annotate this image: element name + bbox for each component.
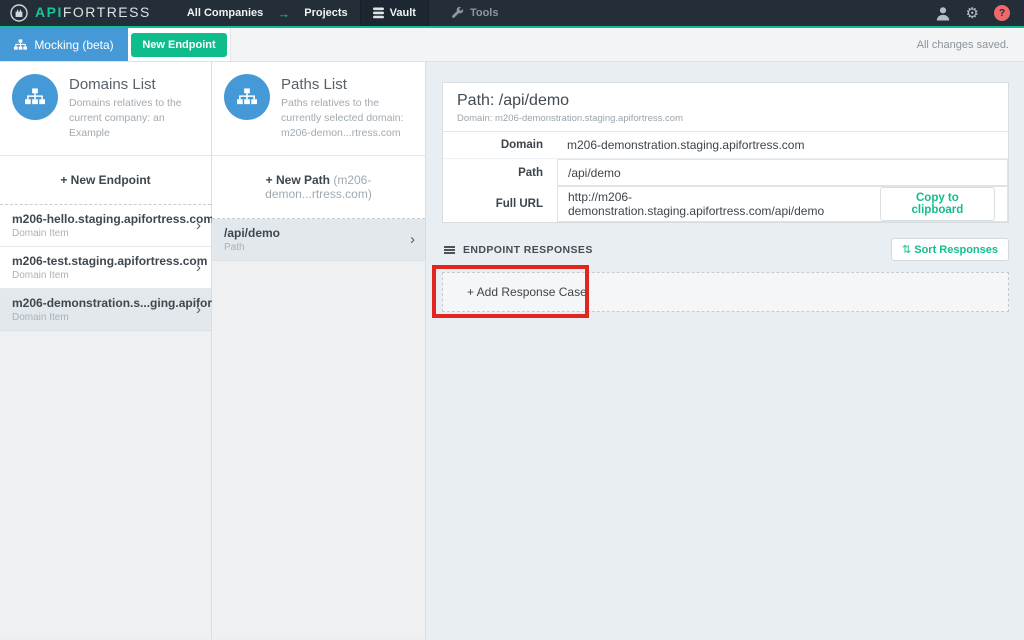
domain-item-hello[interactable]: m206-hello.staging.apifortress.com Domai… xyxy=(0,205,211,247)
full-url-field-row: Full URL http://m206-demonstration.stagi… xyxy=(443,186,1008,222)
nav-tools[interactable]: Tools xyxy=(429,0,521,26)
sort-responses-button[interactable]: ⇅Sort Responses xyxy=(891,238,1009,261)
copy-to-clipboard-button[interactable]: Copy to clipboard xyxy=(880,187,995,221)
breadcrumb-arrow-icon: → xyxy=(275,0,292,26)
responses-area: + Add Response Case xyxy=(442,272,1009,312)
domains-panel-subtitle: Domains relatives to the current company… xyxy=(69,96,199,142)
domain-field-label: Domain xyxy=(443,132,557,158)
domain-item-name: m206-hello.staging.apifortress.com xyxy=(12,212,192,226)
domains-panel: Domains List Domains relatives to the cu… xyxy=(0,62,212,639)
tab-mocking-label: Mocking (beta) xyxy=(34,38,113,52)
nav-projects-label: Projects xyxy=(304,7,347,19)
settings-gear-icon[interactable]: ⚙ xyxy=(966,6,979,21)
domain-item-name: m206-demonstration.s...ging.apifortress.… xyxy=(12,296,192,310)
paths-panel-title: Paths List xyxy=(281,76,413,93)
domain-field-row: Domain m206-demonstration.staging.apifor… xyxy=(443,132,1008,159)
path-detail-panel: Path: /api/demo Domain: m206-demonstrati… xyxy=(426,62,1024,639)
path-field-input[interactable]: /api/demo xyxy=(557,159,1008,186)
path-detail-header: Path: /api/demo Domain: m206-demonstrati… xyxy=(443,83,1008,132)
path-item-type: Path xyxy=(224,242,406,253)
domain-item-name: m206-test.staging.apifortress.com xyxy=(12,254,192,268)
full-url-value: http://m206-demonstration.staging.apifor… xyxy=(568,190,880,218)
path-detail-domain-subtitle: Domain: m206-demonstration.staging.apifo… xyxy=(457,113,994,124)
apifortress-logo-icon xyxy=(10,4,28,22)
new-path-label: + New Path xyxy=(266,173,330,187)
tab-mocking-beta[interactable]: Mocking (beta) xyxy=(0,28,128,61)
chevron-right-icon: › xyxy=(192,259,201,276)
endpoint-responses-bar: ENDPOINT RESPONSES ⇅Sort Responses xyxy=(442,238,1009,261)
sort-responses-label: Sort Responses xyxy=(914,244,998,256)
path-detail-card: Path: /api/demo Domain: m206-demonstrati… xyxy=(442,82,1009,223)
paths-panel: Paths List Paths relatives to the curren… xyxy=(212,62,426,639)
domains-panel-title: Domains List xyxy=(69,76,199,93)
chevron-right-icon: › xyxy=(192,301,201,318)
top-navigation: All Companies → Projects Vault Tools xyxy=(175,0,521,26)
help-icon[interactable]: ? xyxy=(994,5,1010,21)
new-endpoint-button[interactable]: New Endpoint xyxy=(131,33,226,57)
domain-item-type: Domain Item xyxy=(12,312,192,323)
topbar: APIFORTRESS All Companies → Projects Vau… xyxy=(0,0,1024,26)
add-response-case-button[interactable]: + Add Response Case xyxy=(442,272,1009,312)
save-status: All changes saved. xyxy=(917,28,1024,61)
domain-field-value: m206-demonstration.staging.apifortress.c… xyxy=(557,132,1008,158)
domain-item-type: Domain Item xyxy=(12,228,192,239)
list-hamburger-icon xyxy=(444,249,455,251)
path-field-label: Path xyxy=(443,159,557,186)
paths-badge xyxy=(224,74,270,120)
tools-wrench-icon xyxy=(451,7,464,20)
sort-arrows-icon: ⇅ xyxy=(902,244,911,256)
logo-text-fortress: FORTRESS xyxy=(63,4,151,20)
main-content: Domains List Domains relatives to the cu… xyxy=(0,62,1024,639)
domains-panel-header: Domains List Domains relatives to the cu… xyxy=(0,62,211,156)
new-endpoint-row[interactable]: + New Endpoint xyxy=(0,156,211,205)
nav-tools-label: Tools xyxy=(470,7,499,19)
sitemap-icon xyxy=(237,88,257,106)
user-account-icon[interactable] xyxy=(935,6,951,21)
chevron-right-icon: › xyxy=(406,231,415,248)
nav-vault[interactable]: Vault xyxy=(361,0,428,26)
logo-text-api: API xyxy=(35,4,63,20)
full-url-field-label: Full URL xyxy=(443,186,557,222)
domain-item-type: Domain Item xyxy=(12,270,192,281)
paths-panel-header: Paths List Paths relatives to the curren… xyxy=(212,62,425,156)
tab-bar: Mocking (beta) New Endpoint All changes … xyxy=(0,28,1024,62)
new-path-row[interactable]: + New Path (m206-demon...rtress.com) xyxy=(212,156,425,219)
path-item-api-demo[interactable]: /api/demo Path › xyxy=(212,219,425,261)
nav-projects[interactable]: Projects xyxy=(292,0,359,26)
domain-item-test[interactable]: m206-test.staging.apifortress.com Domain… xyxy=(0,247,211,289)
path-item-name: /api/demo xyxy=(224,226,406,240)
nav-vault-label: Vault xyxy=(390,7,416,19)
sitemap-icon xyxy=(14,39,27,51)
nav-all-companies-label: All Companies xyxy=(187,7,263,19)
chevron-right-icon: › xyxy=(192,217,201,234)
topbar-right-actions: ⚙ ? xyxy=(935,0,1024,26)
sitemap-icon xyxy=(25,88,45,106)
domain-item-demonstration[interactable]: m206-demonstration.s...ging.apifortress.… xyxy=(0,289,211,331)
nav-all-companies[interactable]: All Companies xyxy=(175,0,275,26)
endpoint-responses-title: ENDPOINT RESPONSES xyxy=(463,244,593,256)
paths-panel-subtitle: Paths relatives to the currently selecte… xyxy=(281,96,413,142)
new-endpoint-segment: New Endpoint xyxy=(128,28,231,61)
path-detail-title: Path: /api/demo xyxy=(457,92,994,110)
apifortress-logo[interactable]: APIFORTRESS xyxy=(0,0,161,26)
path-field-row: Path /api/demo xyxy=(443,159,1008,186)
vault-database-icon xyxy=(373,7,384,19)
domains-badge xyxy=(12,74,58,120)
full-url-field-box: http://m206-demonstration.staging.apifor… xyxy=(557,186,1008,222)
